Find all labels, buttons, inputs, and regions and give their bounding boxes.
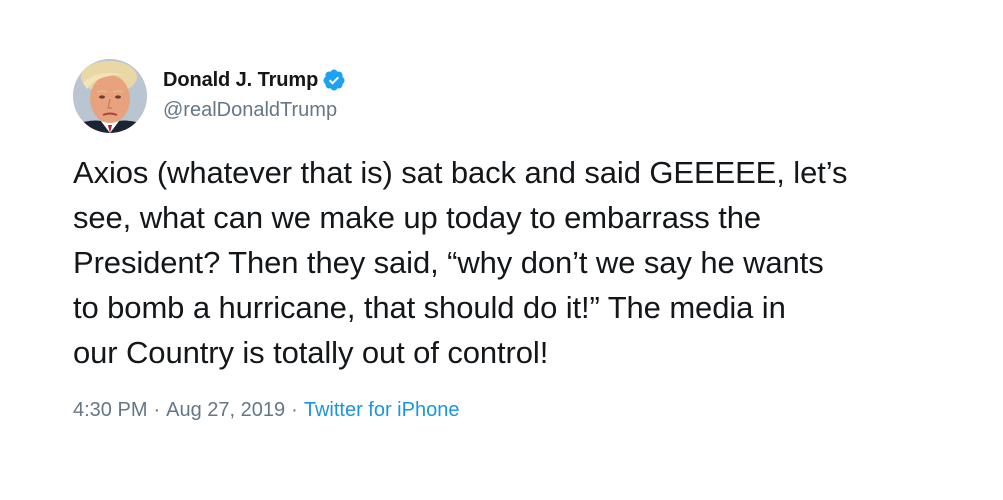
meta-separator: · bbox=[153, 399, 161, 421]
profile-avatar[interactable] bbox=[73, 59, 147, 133]
name-row: Donald J. Trump bbox=[163, 66, 346, 94]
tweet-date[interactable]: Aug 27, 2019 bbox=[166, 396, 285, 424]
tweet-text: Axios (whatever that is) sat back and sa… bbox=[73, 155, 848, 370]
tweet-time[interactable]: 4:30 PM bbox=[73, 396, 147, 424]
tweet-card: Donald J. Trump @realDonaldTrump Axios (… bbox=[0, 0, 1003, 500]
meta-separator: · bbox=[291, 399, 298, 421]
user-info: Donald J. Trump @realDonaldTrump bbox=[163, 66, 346, 124]
avatar-image bbox=[73, 59, 147, 133]
tweet-meta: 4:30 PM · Aug 27, 2019 · Twitter for iPh… bbox=[73, 396, 459, 424]
tweet-source-link[interactable]: Twitter for iPhone bbox=[304, 396, 460, 424]
display-name[interactable]: Donald J. Trump bbox=[163, 66, 318, 94]
user-handle[interactable]: @realDonaldTrump bbox=[163, 96, 346, 124]
verified-badge-icon bbox=[322, 68, 346, 92]
